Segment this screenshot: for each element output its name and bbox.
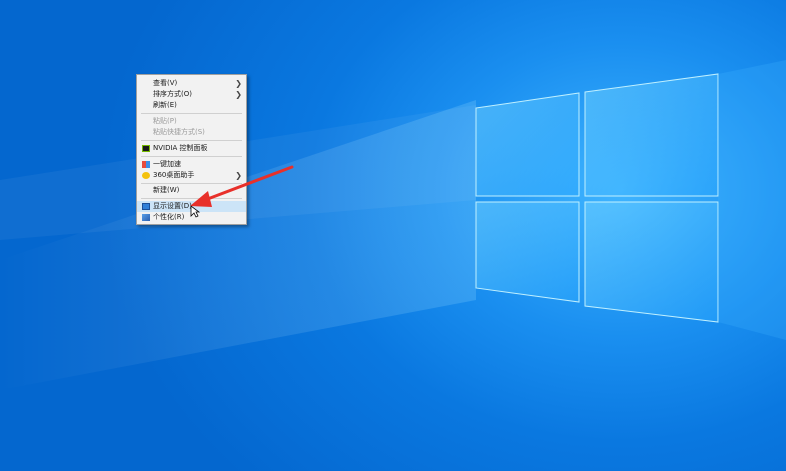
mouse-pointer-icon <box>190 205 200 218</box>
red-arrow-annotation <box>190 165 294 207</box>
